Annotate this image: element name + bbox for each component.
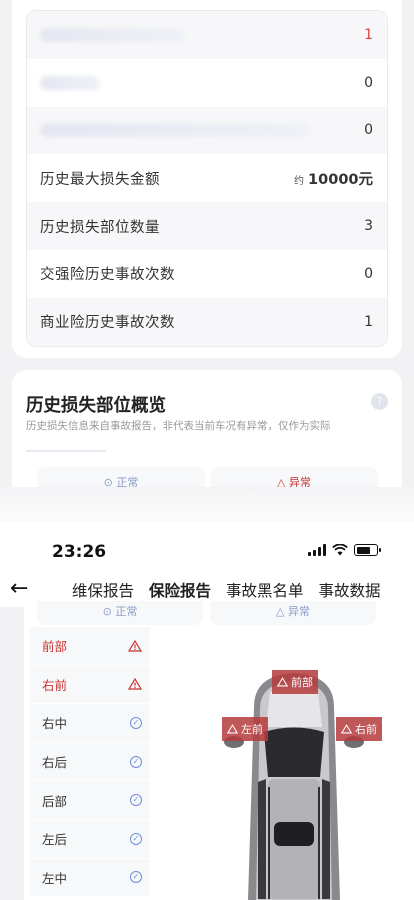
signal-icon [308, 544, 326, 556]
check-circle-icon: ✓ [130, 794, 142, 807]
tab-label: 保险报告 [149, 582, 212, 600]
overview-title: 历史损失部位概览 [26, 396, 166, 416]
part-name: 右中 [42, 716, 68, 732]
stat-row: 交强险历史事故次数 0 [27, 249, 387, 298]
stat-value: 0 [364, 122, 373, 139]
damage-tag-front: 前部 [272, 670, 318, 694]
damage-overview-card: 历史损失部位概览 ? 历史损失信息来自事故报告，非代表当前车况有异常，仅作为实际… [12, 370, 402, 501]
blurred-label [40, 27, 185, 42]
status-icons [308, 544, 381, 556]
car-diagram: 前部 左前 右前 [214, 647, 414, 900]
check-circle-icon: ⊙ [102, 605, 112, 618]
damage-tag-right-front: 右前 [336, 717, 382, 741]
legend-normal: ⊙ 正常 [37, 601, 203, 625]
tab-accident-blacklist[interactable]: 事故黑名单 [226, 579, 304, 601]
part-name: 左中 [42, 870, 68, 886]
part-row-right-front: 右前 [30, 665, 150, 705]
damage-tag-label: 左前 [241, 723, 263, 736]
warning-icon [128, 678, 142, 690]
warning-icon [277, 677, 288, 687]
warning-icon [227, 724, 238, 734]
part-row-right-rear: 右后 ✓ [30, 742, 150, 782]
part-row-left-rear: 左后 ✓ [30, 819, 150, 859]
legend-normal-label: 正常 [115, 605, 138, 618]
damage-part-list: 前部 右前 右中 ✓ 右后 ✓ 后部 ✓ 左后 ✓ 左中 ✓ [30, 627, 150, 898]
blurred-label [40, 123, 310, 138]
wifi-icon [332, 544, 348, 556]
warning-icon [128, 639, 142, 652]
damage-detail-card: ⊙ 正常 △ 异常 前部 右前 右中 ✓ 右后 ✓ 后部 ✓ 左后 ✓ 左中 ✓… [24, 601, 414, 900]
status-time: 23:26 [52, 542, 107, 562]
warning-icon: △ [276, 605, 285, 618]
stat-value: 3 [364, 218, 373, 235]
part-name: 左后 [42, 832, 68, 848]
stat-label: 历史损失部位数量 [40, 219, 160, 236]
battery-icon [354, 544, 381, 556]
stat-value: 约 10000元 [294, 168, 373, 189]
stats-table: 1 0 0 历史最大损失金额 约 10000元 历史损失部位数量 3 交强险历史事… [26, 10, 388, 347]
stat-value: 1 [364, 26, 373, 43]
part-name: 前部 [42, 639, 68, 655]
stat-value: 0 [364, 265, 373, 282]
overview-subtitle: 历史损失信息来自事故报告，非代表当前车况有异常，仅作为实际 [26, 420, 331, 432]
part-name: 右前 [42, 677, 68, 693]
check-circle-icon: ✓ [130, 755, 142, 768]
blurred-label [40, 75, 100, 90]
stat-row: 1 [27, 11, 387, 59]
tab-maintenance-report[interactable]: 维保报告 [72, 579, 134, 601]
app-header: 23:26 ← 维保报告 保险报告 事故黑名单 事故数据 [0, 522, 414, 610]
stat-row: 0 [27, 106, 387, 155]
tab-label: 事故数据 [318, 582, 381, 600]
stat-row: 0 [27, 58, 387, 107]
part-row-rear: 后部 ✓ [30, 781, 150, 820]
tab-accident-data[interactable]: 事故数据 [319, 579, 381, 601]
approx-label: 约 [294, 175, 305, 187]
tab-insurance-report[interactable]: 保险报告 [149, 579, 212, 610]
part-row-left-middle: 左中 ✓ [30, 858, 150, 898]
stat-label: 交强险历史事故次数 [40, 267, 175, 284]
max-loss-amount: 10000元 [308, 171, 373, 188]
stat-label: 商业险历史事故次数 [40, 315, 175, 332]
stat-value: 0 [364, 74, 373, 91]
part-name: 后部 [42, 793, 68, 809]
check-circle-icon: ✓ [130, 871, 142, 884]
check-circle-icon: ✓ [130, 832, 142, 845]
part-row-front: 前部 [30, 627, 150, 666]
tab-label: 维保报告 [72, 582, 135, 600]
part-name: 右后 [42, 755, 68, 771]
stat-row: 历史最大损失金额 约 10000元 [27, 154, 387, 203]
back-arrow-icon[interactable]: ← [10, 576, 28, 601]
damage-tag-label: 右前 [355, 723, 377, 736]
report-tabs: 维保报告 保险报告 事故黑名单 事故数据 [72, 579, 381, 610]
divider [26, 450, 106, 452]
legend-abnormal: △ 异常 [210, 601, 376, 625]
warning-icon [341, 724, 352, 734]
stat-row: 历史损失部位数量 3 [27, 202, 387, 250]
damage-tag-left-front: 左前 [222, 717, 268, 741]
stat-value: 1 [364, 313, 373, 330]
tab-label: 事故黑名单 [226, 582, 304, 600]
stat-label: 历史最大损失金额 [40, 171, 160, 188]
fade-band [0, 487, 414, 522]
accident-stats-card: 1 0 0 历史最大损失金额 约 10000元 历史损失部位数量 3 交强险历史事… [12, 0, 402, 358]
help-icon[interactable]: ? [371, 393, 388, 410]
part-row-right-middle: 右中 ✓ [30, 704, 150, 743]
legend-abnormal-label: 异常 [287, 605, 310, 618]
stat-row: 商业险历史事故次数 1 [27, 297, 387, 346]
check-circle-icon: ✓ [130, 716, 142, 729]
damage-tag-label: 前部 [291, 676, 313, 689]
